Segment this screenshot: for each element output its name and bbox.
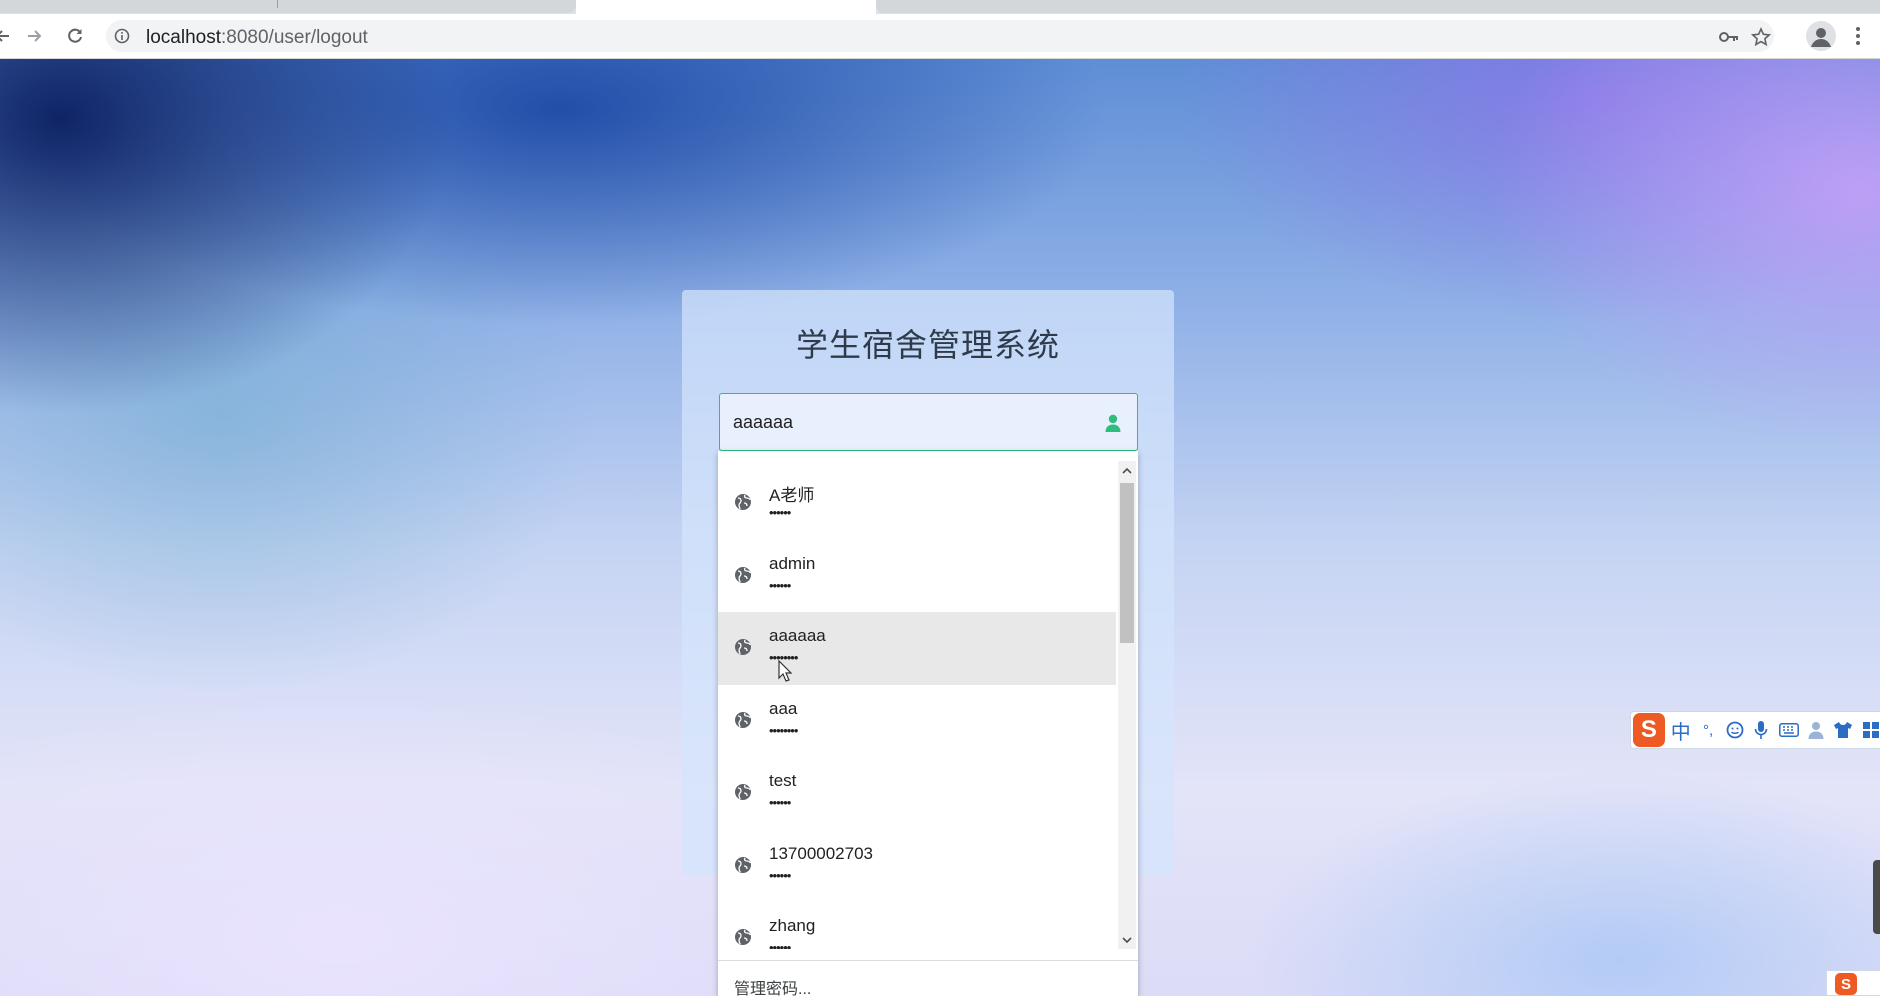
ime-punct-toggle[interactable]: °,	[1699, 720, 1718, 740]
menu-icon[interactable]	[1848, 24, 1868, 48]
autofill-username: 13700002703	[769, 843, 874, 863]
profile-icon[interactable]	[1806, 21, 1836, 51]
browser-toolbar: localhost:8080/user/logout	[0, 14, 1880, 59]
skin-icon[interactable]	[1833, 720, 1853, 740]
back-icon[interactable]	[0, 22, 16, 50]
star-icon[interactable]	[1751, 27, 1771, 47]
autofill-username: admin	[769, 553, 816, 573]
url-host: localhost	[146, 27, 221, 48]
autofill-username: test	[769, 771, 797, 790]
autofill-item[interactable]: aaa ••••••••	[718, 685, 1116, 758]
tab-strip	[0, 0, 1880, 14]
autofill-item[interactable]: test ••••••	[718, 757, 1116, 830]
ime-mode-toggle[interactable]: 中	[1671, 716, 1691, 745]
info-icon[interactable]	[114, 28, 130, 49]
autofill-username: aaa	[769, 698, 798, 718]
globe-icon	[734, 783, 752, 806]
autofill-password-mask: ••••••••	[769, 722, 798, 738]
user-icon[interactable]	[1807, 720, 1826, 740]
emoji-icon[interactable]	[1725, 720, 1744, 740]
grid-icon[interactable]	[1861, 720, 1880, 740]
globe-icon	[734, 638, 752, 661]
tab-active[interactable]	[576, 0, 876, 14]
password-autofill-dropdown: A老师 •••••• admin •••••• aaaaaa •••••••• …	[718, 451, 1138, 996]
ime-logo[interactable]: S	[1633, 713, 1665, 747]
ime-mini-logo: S	[1835, 973, 1857, 995]
scrollbar-thumb[interactable]	[1120, 483, 1134, 643]
globe-icon	[734, 566, 752, 589]
username-input[interactable]: aaaaaa	[719, 393, 1138, 451]
autofill-item[interactable]: A老师 ••••••	[718, 467, 1116, 540]
tab-inactive-right[interactable]	[876, 0, 1880, 13]
autofill-password-mask: ••••••	[769, 795, 791, 810]
autofill-item[interactable]: admin ••••••	[718, 540, 1116, 613]
url-path: :8080/user/logout	[221, 27, 368, 48]
mouse-cursor-icon	[778, 659, 793, 687]
autofill-password-mask: ••••••	[769, 505, 791, 520]
globe-icon	[734, 928, 752, 949]
manage-passwords-label: 管理密码...	[734, 981, 812, 996]
ime-toolbar: S 中 °,	[1630, 711, 1880, 749]
scroll-down-icon[interactable]	[1118, 931, 1136, 949]
autofill-username: aaaaaa	[769, 626, 826, 645]
keyboard-icon[interactable]	[1778, 720, 1799, 740]
tab-separator	[277, 0, 278, 8]
page-title: 学生宿舍管理系统	[795, 326, 1060, 364]
scroll-up-icon[interactable]	[1118, 461, 1136, 479]
globe-icon	[734, 711, 752, 734]
autofill-password-mask: ••••••	[769, 867, 791, 883]
globe-icon	[734, 493, 752, 516]
url-text[interactable]: localhost:8080/user/logout	[146, 27, 368, 49]
username-value: aaaaaa	[733, 412, 794, 432]
globe-icon	[734, 856, 752, 879]
autofill-password-mask: ••••••	[769, 940, 791, 949]
manage-passwords-link[interactable]: 管理密码...	[718, 960, 1138, 996]
autofill-item[interactable]: zhang ••••••	[718, 902, 1116, 949]
side-panel-handle[interactable]	[1873, 860, 1880, 934]
autofill-list: A老师 •••••• admin •••••• aaaaaa •••••••• …	[718, 451, 1118, 949]
key-icon[interactable]	[1719, 27, 1739, 47]
address-bar[interactable]: localhost:8080/user/logout	[106, 20, 1774, 52]
autofill-item[interactable]: 13700002703 ••••••	[718, 830, 1116, 903]
autofill-password-mask: ••••••	[769, 577, 791, 593]
tab-inactive-left[interactable]	[0, 0, 576, 13]
autofill-username: zhang	[769, 916, 816, 935]
forward-icon[interactable]	[21, 22, 49, 50]
ime-mini-toolbar[interactable]: S	[1826, 970, 1880, 996]
user-icon	[1105, 414, 1121, 437]
autofill-username: A老师	[769, 486, 815, 505]
microphone-icon[interactable]	[1752, 720, 1771, 740]
reload-icon[interactable]	[61, 22, 89, 50]
dropdown-scrollbar[interactable]	[1118, 461, 1136, 949]
